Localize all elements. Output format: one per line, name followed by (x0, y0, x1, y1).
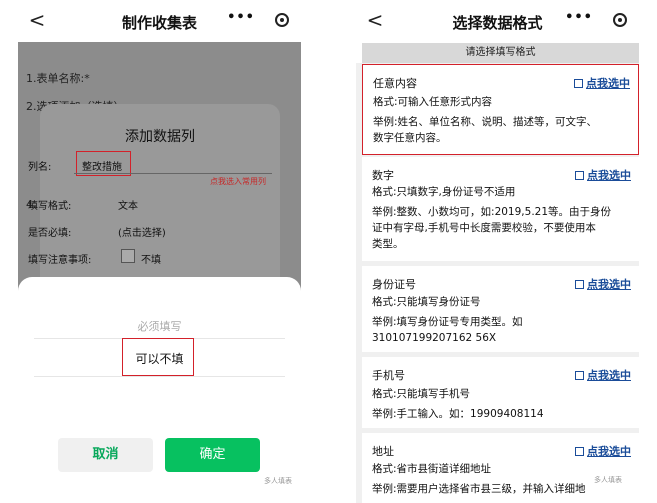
option-required: 必须填写 (137, 320, 182, 333)
card-format: 格式:可输入任意形式内容 (373, 96, 493, 108)
divider (34, 376, 285, 377)
column-name-label: 列名: (28, 162, 52, 173)
select-link-label: 点我选中 (586, 77, 630, 90)
card-format: 格式:只能填写手机号 (372, 388, 471, 400)
cancel-button[interactable]: 取消 (58, 438, 153, 472)
required-select[interactable]: (点击选择) (118, 224, 166, 239)
page-title: 制作收集表 (121, 14, 197, 32)
select-link-label: 点我选中 (587, 445, 631, 458)
card-format: 格式:只填数字,身份证号不适用 (372, 186, 516, 198)
select-link-label: 点我选中 (587, 169, 631, 182)
page-title: 选择数据格式 (452, 14, 543, 32)
format-card-phone: 手机号 点我选中 格式:只能填写手机号 举例:手工输入。如：1990940811… (362, 357, 639, 428)
format-card-id: 身份证号 点我选中 格式:只能填写身份证号 举例:填写身份证号专用类型。如 31… (362, 266, 639, 352)
select-link[interactable]: 点我选中 (575, 167, 631, 183)
card-example: 310107199207162 56X (372, 332, 497, 344)
left-screen: < 制作收集表 ••• 1.表单名称:* 2.选项添加（选填） 4. 添加数据列… (18, 0, 301, 503)
select-icon (574, 79, 583, 88)
column-name-input[interactable]: 整改措施 (82, 158, 122, 173)
note-checkbox-label: 不填 (141, 255, 161, 266)
format-value[interactable]: 文本 (118, 197, 138, 212)
card-title: 任意内容 (373, 77, 417, 90)
format-card-any: 任意内容 点我选中 格式:可输入任意形式内容 举例:姓名、单位名称、说明、描述等… (362, 64, 639, 155)
card-example: 举例:姓名、单位名称、说明、描述等，可文字、 (373, 116, 598, 128)
select-link[interactable]: 点我选中 (575, 367, 631, 383)
action-sheet: 必须填写 可以不填 取消 确定 多人填表 (18, 277, 301, 503)
select-link[interactable]: 点我选中 (574, 75, 630, 91)
watermark: 多人填表 (264, 477, 292, 485)
required-label: 是否必填: (28, 228, 72, 239)
card-format: 格式:只能填写身份证号 (372, 296, 481, 308)
section-header: 请选择填写格式 (362, 43, 639, 63)
select-link-label: 点我选中 (587, 369, 631, 382)
more-icon[interactable]: ••• (565, 10, 593, 25)
card-title: 手机号 (372, 369, 405, 382)
select-icon (575, 371, 584, 380)
format-label: 填写格式: (28, 201, 72, 212)
card-example: 类型。 (372, 238, 404, 250)
more-icon[interactable]: ••• (227, 10, 255, 25)
close-icon[interactable] (613, 13, 627, 27)
card-example: 数字任意内容。 (373, 132, 447, 144)
select-icon (575, 280, 584, 289)
right-screen: < 选择数据格式 ••• 请选择填写格式 任意内容 点我选中 格式:可输入任意形… (356, 0, 639, 503)
option-not-required[interactable]: 可以不填 (18, 350, 301, 367)
select-icon (575, 447, 584, 456)
column-name-underline (74, 173, 272, 174)
pick-common-column-link[interactable]: 点我选入常用列 (210, 176, 266, 187)
card-title: 数字 (372, 169, 394, 182)
note-label: 填写注意事项: (28, 255, 92, 266)
card-example: 举例:需要用户选择省市县三级，并输入详细地 (372, 483, 586, 495)
format-card-number: 数字 点我选中 格式:只填数字,身份证号不适用 举例:整数、小数均可，如:201… (362, 157, 639, 261)
form-name-label: 1.表单名称:* (26, 72, 90, 85)
card-format: 格式:省市县街道详细地址 (372, 463, 492, 475)
note-checkbox[interactable] (121, 249, 135, 263)
card-title: 地址 (372, 445, 394, 458)
card-title: 身份证号 (372, 278, 416, 291)
select-link[interactable]: 点我选中 (575, 443, 631, 459)
card-example: 举例:填写身份证号专用类型。如 (372, 316, 523, 328)
confirm-button[interactable]: 确定 (165, 438, 260, 472)
dialog-title: 添加数据列 (125, 129, 195, 145)
select-icon (575, 171, 584, 180)
card-example: 举例:手工输入。如：19909408114 (372, 408, 544, 420)
close-icon[interactable] (275, 13, 289, 27)
card-example: 举例:整数、小数均可，如:2019,5.21等。由于身份 (372, 206, 612, 218)
format-card-address: 地址 点我选中 格式:省市县街道详细地址 举例:需要用户选择省市县三级，并输入详… (362, 433, 639, 503)
select-link[interactable]: 点我选中 (575, 276, 631, 292)
left-navbar: < 制作收集表 ••• (18, 0, 301, 42)
card-example: 证中有字母,手机号中长度需要校验，不要使用本 (372, 222, 596, 234)
select-link-label: 点我选中 (587, 278, 631, 291)
watermark: 多人填表 (594, 476, 622, 484)
right-navbar: < 选择数据格式 ••• (356, 0, 639, 42)
